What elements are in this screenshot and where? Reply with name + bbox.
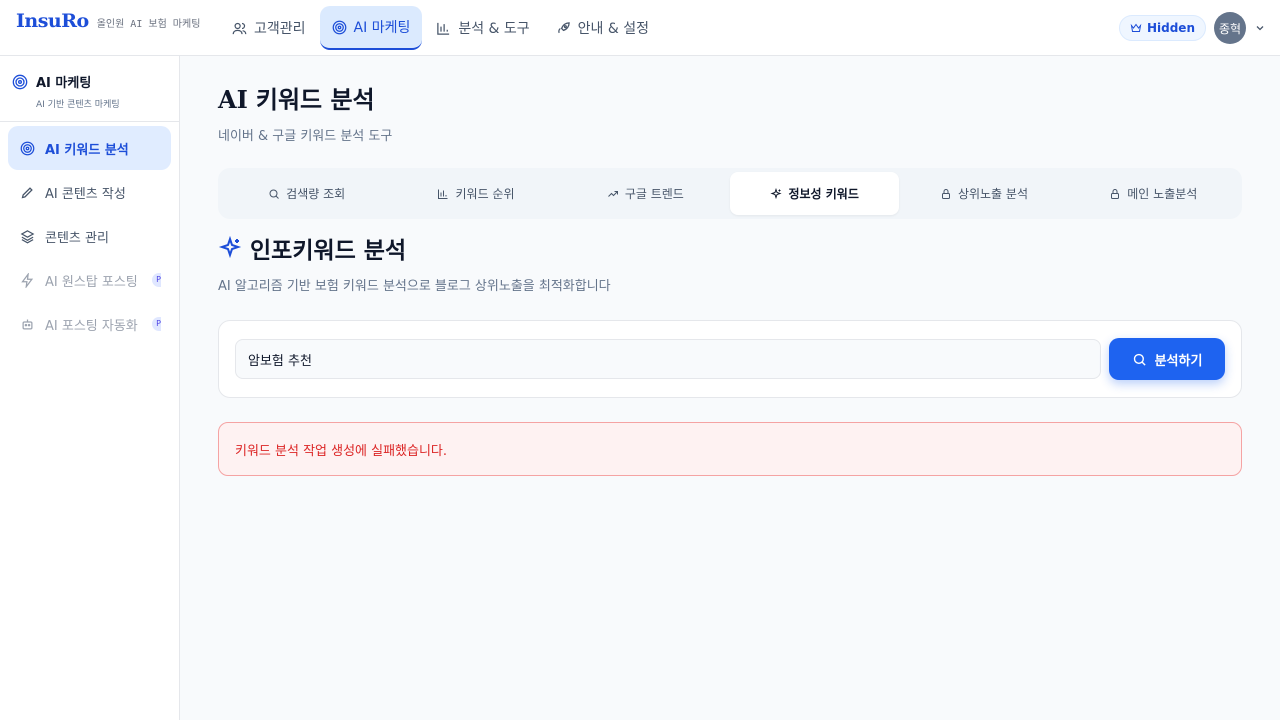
target-icon [20, 141, 35, 155]
crown-icon [1130, 23, 1142, 32]
nav-item-label: 안내 & 설정 [577, 21, 650, 37]
analyze-button[interactable]: 분석하기 [1109, 338, 1225, 380]
section-title-text: 인포키워드 분석 [250, 238, 407, 264]
sidebar-item-label: AI 키워드 분석 [45, 142, 129, 158]
sidebar-item-label: AI 원스탑 포스팅 [45, 274, 138, 290]
nav-item-customers[interactable]: 고객관리 [220, 6, 318, 50]
nav-item-label: AI 마케팅 [353, 20, 411, 36]
sidebar-item-keyword-analysis[interactable]: AI 키워드 분석 [8, 126, 171, 170]
section-subtitle: AI 알고리즘 기반 보험 키워드 분석으로 블로그 상위노출을 최적화합니다 [218, 279, 611, 294]
page-title: AI 키워드 분석 [218, 80, 1242, 115]
sidebar-item-label: 콘텐츠 관리 [45, 230, 109, 246]
nav-item-label: 분석 & 도구 [458, 21, 530, 37]
top-right: Hidden 종혁 [1118, 12, 1266, 44]
sidebar-item-content-writing[interactable]: AI 콘텐츠 작성 [8, 170, 171, 214]
tab-google-trends[interactable]: 구글 트렌드 [561, 172, 730, 215]
tab-main-exposure[interactable]: 메인 노출분석 [1069, 172, 1238, 215]
error-message: 키워드 분석 작업 생성에 실패했습니다. [235, 443, 448, 459]
tab-label: 키워드 순위 [455, 187, 515, 201]
hidden-badge-label: Hidden [1146, 21, 1195, 35]
sidebar: AI 마케팅 AI 기반 콘텐츠 마케팅 AI 키워드 분석 AI 콘텐츠 작성… [0, 56, 180, 720]
main-nav: 고객관리 AI 마케팅 분석 & 도구 안내 & 설정 [220, 6, 661, 50]
brand-logo[interactable]: InsuRo [16, 10, 89, 32]
page-subtitle: 네이버 & 구글 키워드 분석 도구 [218, 129, 393, 144]
tab-bar: 검색량 조회 키워드 순위 구글 트렌드 정보성 키워드 상위노출 분석 메인 … [218, 168, 1242, 219]
layers-icon [20, 229, 35, 243]
search-card: 분석하기 [218, 320, 1242, 398]
tab-info-keywords[interactable]: 정보성 키워드 [729, 172, 900, 215]
sidebar-item-label: AI 콘텐츠 작성 [45, 186, 126, 202]
tab-label: 메인 노출분석 [1127, 187, 1198, 201]
error-alert: 키워드 분석 작업 생성에 실패했습니다. [218, 422, 1242, 476]
keyword-input[interactable] [235, 339, 1101, 379]
users-icon [232, 22, 247, 34]
sidebar-title: AI 마케팅 [12, 72, 167, 91]
robot-icon [22, 319, 33, 329]
sparkles-icon [770, 187, 783, 199]
chevron-down-icon[interactable] [1254, 22, 1266, 34]
brand[interactable]: InsuRo 올인원 AI 보험 마케팅 [16, 10, 200, 32]
pencil-icon [21, 186, 33, 198]
rocket-icon [557, 21, 570, 33]
lock-icon [1111, 188, 1120, 199]
tab-label: 정보성 키워드 [788, 187, 859, 201]
target-icon [332, 20, 346, 34]
tab-search-volume[interactable]: 검색량 조회 [222, 172, 391, 215]
top-bar: InsuRo 올인원 AI 보험 마케팅 고객관리 AI 마케팅 분석 & 도구… [0, 0, 1280, 56]
pro-pill: P [152, 317, 161, 331]
search-icon [269, 189, 280, 199]
tab-label: 구글 트렌드 [624, 187, 684, 201]
nav-item-ai-marketing[interactable]: AI 마케팅 [319, 6, 423, 50]
tab-top-exposure[interactable]: 상위노출 분석 [899, 172, 1068, 215]
nav-item-analysis-tools[interactable]: 분석 & 도구 [424, 6, 541, 50]
nav-item-guide-settings[interactable]: 안내 & 설정 [544, 6, 661, 50]
search-icon [1133, 353, 1146, 366]
pro-pill: P [152, 273, 161, 287]
bar-chart-icon [438, 189, 448, 199]
lock-icon [941, 188, 950, 199]
analyze-button-label: 분석하기 [1154, 353, 1203, 369]
sparkles-icon [218, 236, 242, 259]
tab-label: 상위노출 분석 [957, 187, 1028, 201]
page-title-prefix: AI [218, 85, 248, 114]
bar-chart-icon [437, 22, 450, 35]
hidden-badge[interactable]: Hidden [1118, 15, 1206, 41]
sidebar-list: AI 키워드 분석 AI 콘텐츠 작성 콘텐츠 관리 AI 원스탑 포스팅 P … [0, 122, 179, 350]
page-title-text: 키워드 분석 [255, 86, 375, 114]
sidebar-item-content-management[interactable]: 콘텐츠 관리 [8, 214, 171, 258]
target-icon [12, 74, 28, 89]
section-title: 인포키워드 분석 [218, 231, 1242, 265]
tab-label: 검색량 조회 [286, 187, 346, 201]
brand-subtitle: 올인원 AI 보험 마케팅 [96, 19, 201, 30]
lightning-icon [21, 272, 34, 288]
avatar[interactable]: 종혁 [1214, 12, 1246, 44]
sidebar-item-posting-automation[interactable]: AI 포스팅 자동화 P [8, 302, 171, 346]
sidebar-item-label: AI 포스팅 자동화 [45, 318, 138, 334]
trending-up-icon [607, 190, 618, 197]
main-content: AI 키워드 분석 네이버 & 구글 키워드 분석 도구 검색량 조회 키워드 … [218, 80, 1242, 476]
sidebar-header: AI 마케팅 AI 기반 콘텐츠 마케팅 [0, 56, 179, 122]
nav-item-label: 고객관리 [254, 21, 306, 37]
sidebar-item-onestop-posting[interactable]: AI 원스탑 포스팅 P [8, 258, 171, 302]
sidebar-subtitle: AI 기반 콘텐츠 마케팅 [36, 100, 120, 110]
sidebar-title-text: AI 마케팅 [36, 76, 92, 91]
tab-keyword-rank[interactable]: 키워드 순위 [391, 172, 560, 215]
